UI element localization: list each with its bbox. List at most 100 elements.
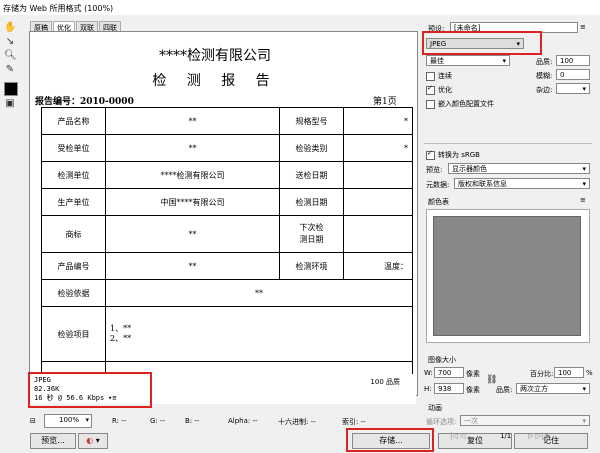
chevron-down-icon: ▾	[582, 385, 586, 393]
table-cell	[343, 188, 413, 216]
preview-value: 显示器颜色	[452, 165, 487, 173]
blur-label: 模糊:	[536, 72, 553, 80]
convert-srgb-checkbox[interactable]	[426, 149, 435, 160]
eyedropper-color-swatch[interactable]	[4, 82, 18, 96]
embed-profile-label: 嵌入颜色配置文件	[438, 100, 494, 108]
report-title: 检 测 报 告	[152, 73, 278, 89]
height-label: H:	[424, 385, 432, 393]
table-row: 商标 ** 下次检 测日期	[41, 215, 413, 253]
loop-value: 一次	[464, 417, 478, 425]
image-preview[interactable]: ****检测有限公司 检 测 报 告 报告编号：2010-0000 第1页 产品…	[29, 31, 418, 396]
preview-button[interactable]: 预览...	[30, 433, 76, 449]
table-row: 生产单位 中国****有限公司 检测日期	[41, 188, 413, 216]
width-value: 700	[438, 369, 452, 377]
link-icon[interactable]: ⛓	[486, 375, 497, 385]
g-value: G: --	[150, 417, 166, 425]
resample-select[interactable]: 两次立方 ▾	[516, 383, 590, 394]
image-size-label: 图像大小	[428, 356, 456, 364]
chevron-down-icon: ▾	[582, 417, 586, 425]
resample-label: 品质:	[496, 386, 513, 394]
eyedropper-icon[interactable]: ✎	[4, 64, 16, 76]
browser-select[interactable]: ◐ ▾	[78, 433, 108, 449]
percent-sign: %	[586, 369, 593, 377]
table-cell: 中国****有限公司	[105, 188, 280, 216]
quality-value: 100	[560, 57, 574, 65]
progressive-checkbox[interactable]	[426, 71, 435, 81]
table-cell: ****检测有限公司	[105, 161, 280, 189]
width-input[interactable]: 700	[434, 367, 464, 378]
highlight-box-format	[422, 31, 542, 55]
chevron-down-icon: ▾	[582, 180, 586, 188]
height-input[interactable]: 938	[434, 383, 464, 394]
zoom-tool-icon[interactable]: 🔍︎	[4, 50, 17, 62]
matte-select[interactable]: ▾	[556, 83, 590, 94]
height-unit: 像素	[466, 386, 480, 394]
hand-tool-icon[interactable]: ✋	[4, 22, 16, 34]
percent-input[interactable]: 100	[554, 367, 584, 378]
highlight-box-save	[346, 428, 434, 452]
embed-profile-checkbox[interactable]	[426, 99, 435, 109]
table-cell: 商标	[41, 215, 106, 253]
color-table-label: 颜色表	[428, 198, 449, 206]
optimized-checkbox[interactable]	[426, 84, 435, 95]
metadata-select[interactable]: 版权和联系信息 ▾	[454, 178, 590, 189]
table-cell: 下次检 测日期	[279, 215, 344, 253]
percent-value: 100	[558, 369, 572, 377]
table-cell: 产品编号	[41, 252, 106, 280]
table-row: 受检单位 ** 检验类别 *	[41, 134, 413, 162]
convert-srgb-label: 转换为 sRGB	[438, 151, 480, 159]
preview-select[interactable]: 显示器颜色 ▾	[448, 163, 590, 174]
width-unit: 像素	[466, 370, 480, 378]
window-title: 存储为 Web 所用格式 (100%)	[3, 4, 114, 13]
frame-controls[interactable]: |◁ ◁	[450, 432, 465, 440]
frame-counter: 1/1	[500, 432, 512, 440]
frame-controls-next[interactable]: ▷ ▷| ▶	[528, 432, 551, 440]
company-name: ****检测有限公司	[159, 48, 271, 64]
table-row: 产品名称 ** 规格型号 *	[41, 107, 413, 135]
zoom-select[interactable]: 100% ▾	[44, 414, 92, 428]
blur-input[interactable]: 0	[556, 69, 590, 80]
table-cell: **	[105, 134, 280, 162]
toggle-slices-icon[interactable]: ▣	[4, 98, 16, 110]
table-cell: 温度：	[343, 252, 413, 280]
preview-label: 预览:	[426, 166, 443, 174]
matte-label: 杂边:	[536, 86, 553, 94]
metadata-label: 元数据:	[426, 181, 450, 189]
remember-button[interactable]: 记住	[514, 433, 588, 449]
page-number: 第1页	[373, 97, 397, 107]
table-row: 检验项目 1、** 2、**	[41, 306, 413, 362]
table-cell: 检验类别	[279, 134, 344, 162]
percent-label: 百分比:	[530, 370, 554, 378]
loop-select[interactable]: 一次 ▾	[460, 415, 590, 426]
b-value: B: --	[185, 417, 200, 425]
status-bar: ⊟ 100% ▾ R: -- G: -- B: -- Alpha: -- 十六进制…	[30, 414, 420, 428]
quality-input[interactable]: 100	[556, 55, 590, 66]
title-bar: 存储为 Web 所用格式 (100%)	[0, 0, 600, 15]
table-cell: 检测环境	[279, 252, 344, 280]
table-row: 产品编号 ** 检测环境 温度：	[41, 252, 413, 280]
toolbox: ✋ ↘ 🔍︎ ✎ ▣	[4, 20, 22, 112]
quality-level-value: 最佳	[430, 57, 444, 65]
color-table-area	[433, 216, 581, 336]
table-cell: 生产单位	[41, 188, 106, 216]
table-cell: *	[343, 134, 413, 162]
table-cell: 规格型号	[279, 107, 344, 135]
chevron-down-icon: ▾	[85, 416, 89, 424]
highlight-box-info	[28, 372, 152, 408]
index-value: 索引: --	[342, 418, 366, 426]
blur-value: 0	[560, 71, 565, 79]
color-table-menu-icon[interactable]: ≡	[580, 196, 586, 204]
table-cell: **	[105, 279, 413, 307]
optimized-label: 优化	[438, 86, 452, 94]
color-table[interactable]	[426, 209, 590, 343]
optimize-menu-icon[interactable]: ≡	[580, 23, 586, 31]
table-row: 检测单位 ****检测有限公司 送检日期	[41, 161, 413, 189]
width-label: W:	[424, 369, 433, 377]
chevron-down-icon: ▾	[502, 57, 506, 65]
zoom-out-icon[interactable]: ⊟	[30, 417, 36, 425]
report-number: 报告编号：2010-0000	[35, 97, 134, 107]
slice-select-icon[interactable]: ↘	[4, 36, 16, 48]
quality-level-select[interactable]: 最佳 ▾	[426, 55, 510, 66]
height-value: 938	[438, 385, 452, 393]
info-quality: 100 品质	[370, 378, 400, 386]
